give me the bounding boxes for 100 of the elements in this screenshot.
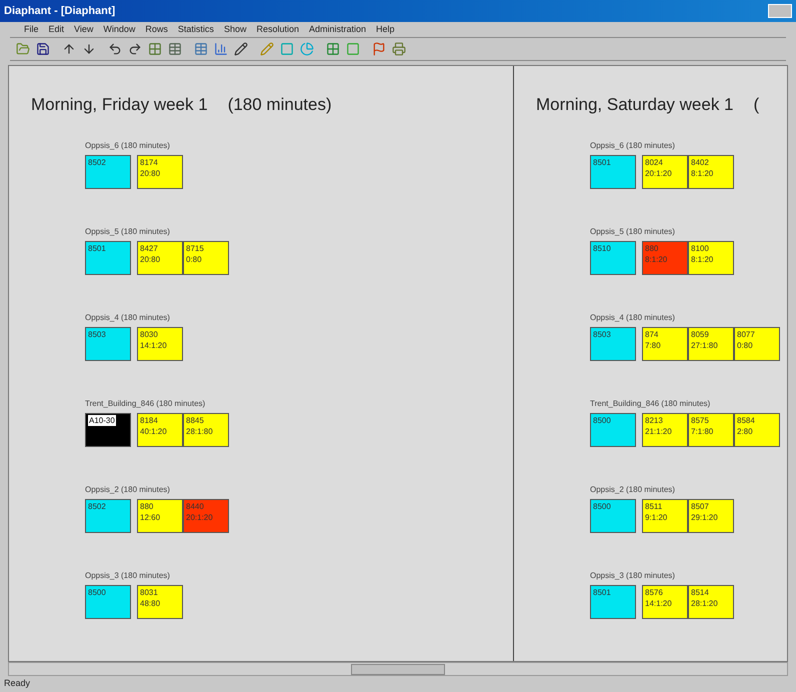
cell-text: 8440 <box>186 500 205 512</box>
booking-cell[interactable]: 8715 0:80 <box>183 240 229 274</box>
cell-text: 2:80 <box>737 426 754 436</box>
grid-icon[interactable] <box>324 40 342 58</box>
menu-item[interactable]: Rows <box>145 22 168 36</box>
booking-cell[interactable]: 8845 28:1:80 <box>183 412 229 446</box>
status-text: Ready <box>4 677 30 690</box>
menu-item[interactable]: Resolution <box>256 22 299 36</box>
cell-text: 880 <box>645 242 660 254</box>
save-icon[interactable] <box>34 40 52 58</box>
booking-cell[interactable]: 8030 14:1:20 <box>137 326 183 360</box>
cell-text: 8510 <box>593 242 612 254</box>
table-icon[interactable] <box>192 40 210 58</box>
square-icon[interactable] <box>344 40 362 58</box>
booking-cell[interactable]: 8575 7:1:80 <box>688 412 734 446</box>
cell-text: 28:1:20 <box>691 598 719 608</box>
booking-cell[interactable]: 8174 20:80 <box>137 154 183 188</box>
booking-cell[interactable]: 8507 29:1:20 <box>688 498 734 532</box>
cell-text: 8514 <box>691 586 710 598</box>
pencil-icon[interactable] <box>232 40 250 58</box>
room-label: Oppsis_2 (180 minutes) <box>590 484 676 496</box>
cell-text: 8031 <box>140 586 159 598</box>
cell-text: 8511 <box>645 500 664 512</box>
booking-cell[interactable]: 8500 <box>85 584 131 618</box>
room-label: Oppsis_4 (180 minutes) <box>590 312 676 324</box>
booking-cell[interactable]: 8059 27:1:80 <box>688 326 734 360</box>
booking-cell[interactable]: 8024 20:1:20 <box>642 154 688 188</box>
menu-item[interactable]: Show <box>224 22 246 36</box>
booking-cell[interactable]: 880 12:60 <box>137 498 183 532</box>
cell-text: 0:80 <box>737 340 754 350</box>
cell-text: 8715 <box>186 242 205 254</box>
cell-text: 7:1:80 <box>691 426 714 436</box>
room-label: Oppsis_6 (180 minutes) <box>590 140 676 152</box>
menu-item[interactable]: Edit <box>48 22 64 36</box>
booking-cell[interactable]: 8184 40:1:20 <box>137 412 183 446</box>
cell-text: 8501 <box>593 586 612 598</box>
booking-cell[interactable]: 8502 <box>85 154 131 188</box>
cell-text: 8501 <box>88 242 107 254</box>
cell-text: 29:1:20 <box>691 512 719 522</box>
booking-cell[interactable]: 8503 <box>85 326 131 360</box>
cell-text: 20:80 <box>140 168 162 178</box>
cell-text: 8184 <box>140 414 159 426</box>
printer-icon[interactable] <box>390 40 408 58</box>
chart-icon[interactable] <box>212 40 230 58</box>
cell-text: 8503 <box>88 328 107 340</box>
cell-text: 28:1:80 <box>186 426 214 436</box>
room-label: Oppsis_4 (180 minutes) <box>85 312 171 324</box>
table-icon[interactable] <box>166 40 184 58</box>
booking-cell[interactable]: 8427 20:80 <box>137 240 183 274</box>
booking-cell[interactable]: 8502 <box>85 498 131 532</box>
booking-cell[interactable]: 8511 9:1:20 <box>642 498 688 532</box>
booking-cell[interactable]: 880 8:1:20 <box>642 240 688 274</box>
horizontal-scrollbar[interactable] <box>8 662 788 676</box>
menu-item[interactable]: File <box>24 22 39 36</box>
cell-text: 20:80 <box>140 254 162 264</box>
booking-cell[interactable]: 8100 8:1:20 <box>688 240 734 274</box>
scroll-thumb[interactable] <box>351 664 445 674</box>
menu-item[interactable]: Administration <box>308 22 366 36</box>
booking-cell[interactable]: 8031 48:80 <box>137 584 183 618</box>
booking-cell[interactable]: 8514 28:1:20 <box>688 584 734 618</box>
room-label: Trent_Building_846 (180 minutes) <box>85 398 206 410</box>
booking-cell[interactable]: 8500 <box>590 412 636 446</box>
room-label: Trent_Building_846 (180 minutes) <box>590 398 712 410</box>
cell-text: 8500 <box>593 500 612 512</box>
booking-cell[interactable]: 8402 8:1:20 <box>688 154 734 188</box>
cell-text: 20:1:20 <box>645 168 673 178</box>
booking-cell[interactable]: 8213 21:1:20 <box>642 412 688 446</box>
room-label: Oppsis_6 (180 minutes) <box>85 140 171 152</box>
cell-text: 20:1:20 <box>186 512 214 522</box>
cell-text: 8:1:20 <box>691 254 714 264</box>
booking-cell[interactable]: 8077 0:80 <box>734 326 780 360</box>
booking-cell[interactable]: 8440 20:1:20 <box>183 498 229 532</box>
booking-cell[interactable]: 8503 <box>590 326 636 360</box>
room-label: Oppsis_2 (180 minutes) <box>85 484 171 496</box>
booking-cell[interactable]: 8500 <box>590 498 636 532</box>
cell-text: 14:1:20 <box>140 340 168 350</box>
cell-text: 8402 <box>691 156 710 168</box>
menu-item[interactable]: Statistics <box>178 22 214 36</box>
booking-cell[interactable]: 874 7:80 <box>642 326 688 360</box>
room-label: Oppsis_5 (180 minutes) <box>590 226 676 238</box>
cell-text: 8503 <box>593 328 612 340</box>
cell-text: 9:1:20 <box>645 512 668 522</box>
cell-text: 8030 <box>140 328 159 340</box>
menu-item[interactable]: Help <box>376 22 395 36</box>
period-title: Morning, Saturday week 1 <box>536 94 734 116</box>
menu-item[interactable]: Window <box>103 22 136 36</box>
booking-cell[interactable]: 8501 <box>85 240 131 274</box>
cell-text: A10-30 <box>88 414 116 426</box>
booking-cell[interactable]: 8510 <box>590 240 636 274</box>
cell-text: 0:80 <box>186 254 203 264</box>
cell-text: 8:1:20 <box>691 168 714 178</box>
cell-text: 8501 <box>593 156 612 168</box>
booking-cell[interactable]: A10-30 <box>85 412 131 446</box>
booking-cell[interactable]: 8501 <box>590 154 636 188</box>
booking-cell[interactable]: 8584 2:80 <box>734 412 780 446</box>
booking-cell[interactable]: 8501 <box>590 584 636 618</box>
menu-item[interactable]: View <box>74 22 94 36</box>
pie-chart-icon[interactable] <box>298 40 316 58</box>
square-icon[interactable] <box>278 40 296 58</box>
booking-cell[interactable]: 8576 14:1:20 <box>642 584 688 618</box>
